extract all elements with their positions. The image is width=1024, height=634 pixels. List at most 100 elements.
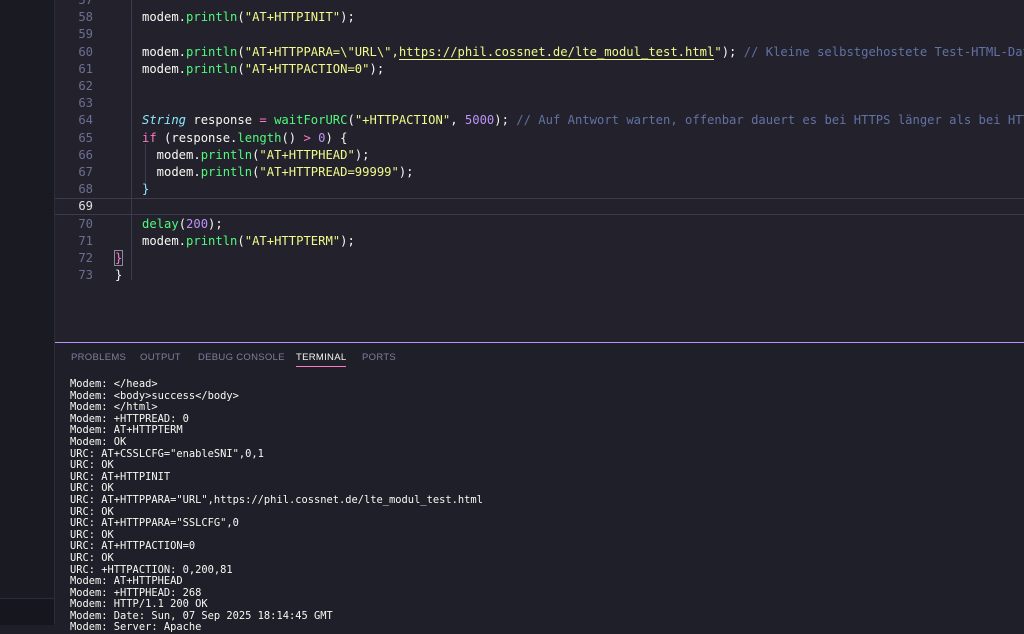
code-token: > [303, 130, 311, 145]
code-token: modem. [142, 233, 187, 248]
code-token: ( [178, 216, 187, 231]
code-editor[interactable]: 57 58 modem.println("AT+HTTPINIT"); 59 60 mod… [55, 0, 1024, 342]
code-token: modem. [142, 147, 201, 162]
code-token: (response. [156, 130, 238, 145]
code-token: 5000 [464, 113, 495, 128]
terminal-line: Modem: +HTTPHEAD: 268 [70, 586, 202, 599]
code-line[interactable]: 61 modem.println("AT+HTTPACTION=0"); [55, 61, 1024, 78]
code-line[interactable]: 63 [55, 95, 1024, 112]
line-number: 73 [78, 268, 93, 283]
code-token: "AT+HTTPREAD=99999" [259, 165, 399, 179]
code-token: "AT+HTTPPARA=\"URL\", [244, 44, 399, 59]
terminal-output[interactable]: Modem: </head> Modem: <body>success</body… [70, 378, 1010, 634]
code-line[interactable]: 70 delay(200); [55, 216, 1024, 233]
code-text: } [113, 250, 124, 267]
line-number: 62 [78, 79, 93, 93]
code-token: println [186, 61, 238, 76]
line-number: 60 [78, 44, 93, 59]
code-token: () [281, 130, 304, 145]
code-token: delay [142, 216, 179, 231]
terminal-line: Modem: </html> [70, 401, 158, 414]
code-token: "AT+HTTPTERM" [244, 233, 341, 248]
line-number: 63 [78, 96, 93, 111]
code-token: modem. [142, 165, 201, 179]
terminal-line: Modem: <body>success</body> [70, 389, 239, 402]
code-token: // Auf Antwort warten, offenbar dauert e… [516, 113, 1024, 128]
code-text: modem.println("AT+HTTPHEAD"); [142, 147, 370, 164]
activity-sidebar [0, 0, 55, 624]
terminal-line: URC: +HTTPACTION: 0,200,81 [70, 563, 233, 576]
code-token: "AT+HTTPACTION=0" [244, 61, 370, 76]
line-number: 72 [78, 251, 93, 265]
code-line[interactable]: 68} [55, 181, 1024, 198]
code-line[interactable]: 59 [55, 26, 1024, 43]
code-line[interactable]: 73} [55, 267, 1024, 284]
line-number: 66 [78, 147, 93, 162]
code-token: ); [340, 10, 355, 25]
code-token: ); [208, 216, 223, 231]
code-text: modem.println("AT+HTTPPARA=\"URL\",https… [142, 44, 1024, 61]
code-token: length [237, 130, 282, 145]
line-number: 71 [78, 233, 93, 248]
code-token: } [142, 182, 150, 197]
code-token: if [142, 130, 157, 145]
code-text: } [142, 181, 149, 198]
code-text: modem.println("AT+HTTPREAD=99999"); [142, 164, 414, 181]
code-line[interactable]: 62 [55, 78, 1024, 95]
code-token: modem. [142, 61, 187, 76]
code-line[interactable]: 69 [55, 198, 1024, 216]
code-text: delay(200); [142, 216, 223, 233]
code-token: println [186, 44, 238, 59]
terminal-line: URC: AT+CSSLCFG="enableSNI",0,1 [70, 447, 264, 460]
code-line[interactable]: 57 [55, 0, 1024, 9]
line-number: 64 [78, 113, 93, 128]
tab-debug-console[interactable]: DEBUG CONSOLE [198, 352, 285, 366]
code-token: "AT+HTTPHEAD" [259, 147, 355, 162]
code-token: ( [237, 10, 245, 25]
code-token: ) { [325, 130, 348, 145]
code-token: } [115, 268, 123, 283]
terminal-line: URC: AT+HTTPINIT [70, 470, 171, 483]
code-line[interactable]: 72} [55, 250, 1024, 267]
code-token: ( [237, 233, 245, 248]
code-token: ); [340, 233, 355, 248]
code-line[interactable]: 60 modem.println("AT+HTTPPARA=\"URL\",htt… [55, 44, 1024, 61]
line-number: 57 [78, 0, 93, 7]
code-token: ( [237, 61, 245, 76]
code-token: = [259, 113, 267, 128]
line-number: 59 [78, 27, 93, 42]
line-number: 61 [78, 61, 93, 76]
terminal-line: URC: OK [70, 551, 114, 564]
code-text: if (response.length() > 0) { [142, 130, 348, 147]
code-token: "AT+HTTPINIT" [244, 10, 341, 25]
code-token: println [200, 147, 253, 162]
code-text: String response = waitForURC("+HTTPACTIO… [142, 112, 1024, 129]
code-token: ); [369, 61, 385, 76]
code-token: String [142, 113, 187, 128]
code-token: ( [347, 113, 355, 128]
code-token: println [186, 10, 238, 25]
code-token: } [113, 250, 124, 266]
code-token: , [450, 113, 465, 128]
code-line[interactable]: 58 modem.println("AT+HTTPINIT"); [55, 9, 1024, 26]
terminal-line: Modem: AT+HTTPTERM [70, 424, 183, 437]
code-line[interactable]: 66 modem.println("AT+HTTPHEAD"); [55, 147, 1024, 164]
code-token: waitForURC [274, 113, 348, 128]
tab-terminal[interactable]: TERMINAL [296, 352, 347, 367]
code-token: ); [354, 147, 370, 162]
code-line[interactable]: 64 String response = waitForURC("+HTTPACT… [55, 112, 1024, 129]
bottom-panel: PROBLEMS OUTPUT DEBUG CONSOLE TERMINAL P… [55, 342, 1024, 633]
code-token: ); [721, 44, 744, 59]
tab-output[interactable]: OUTPUT [140, 352, 181, 366]
code-line[interactable]: 65 if (response.length() > 0) { [55, 130, 1024, 147]
terminal-line: URC: AT+HTTPPARA="SSLCFG",0 [70, 517, 239, 530]
code-token: // Kleine selbstgehostete Test-HTML-Date… [743, 44, 1024, 59]
line-number: 68 [78, 182, 93, 197]
code-line[interactable]: 67 modem.println("AT+HTTPREAD=99999"); [55, 164, 1024, 181]
code-token: " [714, 44, 722, 59]
tab-ports[interactable]: PORTS [362, 352, 396, 366]
tab-problems[interactable]: PROBLEMS [71, 352, 126, 366]
code-text: modem.println("AT+HTTPACTION=0"); [142, 61, 384, 78]
code-line[interactable]: 71 modem.println("AT+HTTPTERM"); [55, 233, 1024, 250]
